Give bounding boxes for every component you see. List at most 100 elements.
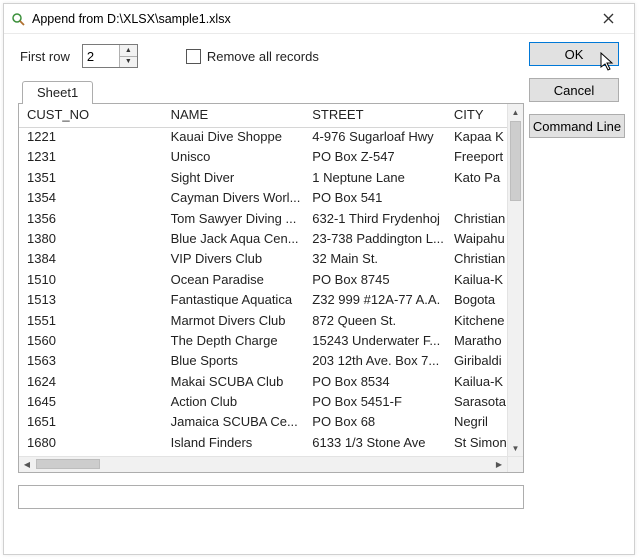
- ok-button[interactable]: OK: [529, 42, 619, 66]
- table-row[interactable]: 1380Blue Jack Aqua Cen...23-738 Paddingt…: [19, 230, 507, 250]
- table-row[interactable]: 1351Sight Diver1 Neptune LaneKato Pa: [19, 169, 507, 189]
- cell[interactable]: 15243 Underwater F...: [304, 332, 446, 352]
- cell[interactable]: Blue Sports: [163, 352, 305, 372]
- remove-all-checkbox[interactable]: [186, 49, 201, 64]
- cell[interactable]: Kato Pa: [446, 169, 507, 189]
- cell[interactable]: 1384: [19, 250, 163, 270]
- table-row[interactable]: 1563Blue Sports203 12th Ave. Box 7...Gir…: [19, 352, 507, 372]
- cell[interactable]: Kapaa K: [446, 128, 507, 148]
- col-header-custno[interactable]: CUST_NO: [19, 104, 163, 127]
- first-row-spinner[interactable]: ▲ ▼: [82, 44, 138, 68]
- v-scroll-thumb[interactable]: [510, 121, 521, 201]
- cell[interactable]: Giribaldi: [446, 352, 507, 372]
- table-row[interactable]: 1560The Depth Charge15243 Underwater F..…: [19, 332, 507, 352]
- cell[interactable]: 1645: [19, 393, 163, 413]
- cell[interactable]: [446, 189, 507, 209]
- cell[interactable]: 1680: [19, 434, 163, 454]
- table-row[interactable]: 1513Fantastique AquaticaZ32 999 #12A-77 …: [19, 291, 507, 311]
- cell[interactable]: Christian: [446, 250, 507, 270]
- table-row[interactable]: 1356Tom Sawyer Diving ...632-1 Third Fry…: [19, 210, 507, 230]
- table-row[interactable]: 1651Jamaica SCUBA Ce...PO Box 68Negril: [19, 413, 507, 433]
- cancel-button[interactable]: Cancel: [529, 78, 619, 102]
- vertical-scrollbar[interactable]: ▲ ▼: [507, 104, 523, 456]
- cell[interactable]: St Simon: [446, 434, 507, 454]
- cell[interactable]: 23-738 Paddington L...: [304, 230, 446, 250]
- cell[interactable]: Maratho: [446, 332, 507, 352]
- scroll-down-icon[interactable]: ▼: [508, 440, 523, 456]
- cell[interactable]: 203 12th Ave. Box 7...: [304, 352, 446, 372]
- cell[interactable]: 1651: [19, 413, 163, 433]
- spinner-up-icon[interactable]: ▲: [120, 45, 137, 57]
- cell[interactable]: 1513: [19, 291, 163, 311]
- table-row[interactable]: 1510Ocean ParadisePO Box 8745Kailua-K: [19, 271, 507, 291]
- table-row[interactable]: 1645Action ClubPO Box 5451-FSarasota: [19, 393, 507, 413]
- cell[interactable]: 1551: [19, 312, 163, 332]
- cell[interactable]: Christian: [446, 210, 507, 230]
- cell[interactable]: Freeport: [446, 148, 507, 168]
- cell[interactable]: 1510: [19, 271, 163, 291]
- table-row[interactable]: 1221Kauai Dive Shoppe4-976 Sugarloaf Hwy…: [19, 128, 507, 148]
- cell[interactable]: 1560: [19, 332, 163, 352]
- cell[interactable]: 1354: [19, 189, 163, 209]
- table-row[interactable]: 1231UniscoPO Box Z-547Freeport: [19, 148, 507, 168]
- cell[interactable]: PO Box 5451-F: [304, 393, 446, 413]
- cell[interactable]: 1356: [19, 210, 163, 230]
- cell[interactable]: Makai SCUBA Club: [163, 373, 305, 393]
- h-scroll-thumb[interactable]: [36, 459, 100, 469]
- cell[interactable]: Cayman Divers Worl...: [163, 189, 305, 209]
- cell[interactable]: PO Box 8534: [304, 373, 446, 393]
- cell[interactable]: Island Finders: [163, 434, 305, 454]
- close-icon[interactable]: [590, 8, 626, 30]
- cell[interactable]: Z32 999 #12A-77 A.A.: [304, 291, 446, 311]
- cell[interactable]: PO Box Z-547: [304, 148, 446, 168]
- command-line-button[interactable]: Command Line: [529, 114, 625, 138]
- spinner-down-icon[interactable]: ▼: [120, 57, 137, 68]
- cell[interactable]: 1563: [19, 352, 163, 372]
- cell[interactable]: Fantastique Aquatica: [163, 291, 305, 311]
- cell[interactable]: Kitchene: [446, 312, 507, 332]
- cell[interactable]: VIP Divers Club: [163, 250, 305, 270]
- col-header-name[interactable]: NAME: [163, 104, 305, 127]
- cell[interactable]: Blue Jack Aqua Cen...: [163, 230, 305, 250]
- cell[interactable]: 1221: [19, 128, 163, 148]
- cell[interactable]: Negril: [446, 413, 507, 433]
- cell[interactable]: Waipahu: [446, 230, 507, 250]
- cell[interactable]: Unisco: [163, 148, 305, 168]
- cell[interactable]: PO Box 541: [304, 189, 446, 209]
- cell[interactable]: 872 Queen St.: [304, 312, 446, 332]
- scroll-up-icon[interactable]: ▲: [508, 104, 523, 120]
- cell[interactable]: Marmot Divers Club: [163, 312, 305, 332]
- table-row[interactable]: 1680Island Finders6133 1/3 Stone AveSt S…: [19, 434, 507, 454]
- cell[interactable]: 1 Neptune Lane: [304, 169, 446, 189]
- cell[interactable]: Kauai Dive Shoppe: [163, 128, 305, 148]
- cell[interactable]: 1351: [19, 169, 163, 189]
- cell[interactable]: Kailua-K: [446, 271, 507, 291]
- col-header-street[interactable]: STREET: [304, 104, 446, 127]
- cell[interactable]: Ocean Paradise: [163, 271, 305, 291]
- table-row[interactable]: 1551Marmot Divers Club872 Queen St.Kitch…: [19, 312, 507, 332]
- cell[interactable]: 32 Main St.: [304, 250, 446, 270]
- horizontal-scrollbar[interactable]: ◀ ▶: [19, 456, 523, 472]
- cell[interactable]: 1231: [19, 148, 163, 168]
- cell[interactable]: 6133 1/3 Stone Ave: [304, 434, 446, 454]
- cell[interactable]: The Depth Charge: [163, 332, 305, 352]
- cell[interactable]: Action Club: [163, 393, 305, 413]
- cell[interactable]: PO Box 8745: [304, 271, 446, 291]
- col-header-city[interactable]: CITY: [446, 104, 507, 127]
- cell[interactable]: Sight Diver: [163, 169, 305, 189]
- table-row[interactable]: 1384VIP Divers Club32 Main St.Christian: [19, 250, 507, 270]
- scroll-left-icon[interactable]: ◀: [19, 457, 35, 472]
- cell[interactable]: Bogota: [446, 291, 507, 311]
- cell[interactable]: 632-1 Third Frydenhoj: [304, 210, 446, 230]
- table-row[interactable]: 1354Cayman Divers Worl...PO Box 541: [19, 189, 507, 209]
- first-row-input[interactable]: [83, 45, 119, 67]
- cell[interactable]: Sarasota: [446, 393, 507, 413]
- table-row[interactable]: 1624Makai SCUBA ClubPO Box 8534Kailua-K: [19, 373, 507, 393]
- cell[interactable]: 4-976 Sugarloaf Hwy: [304, 128, 446, 148]
- cell[interactable]: Tom Sawyer Diving ...: [163, 210, 305, 230]
- cell[interactable]: 1380: [19, 230, 163, 250]
- sheet-tab[interactable]: Sheet1: [22, 81, 93, 104]
- cell[interactable]: Kailua-K: [446, 373, 507, 393]
- cell[interactable]: Jamaica SCUBA Ce...: [163, 413, 305, 433]
- scroll-right-icon[interactable]: ▶: [491, 457, 507, 472]
